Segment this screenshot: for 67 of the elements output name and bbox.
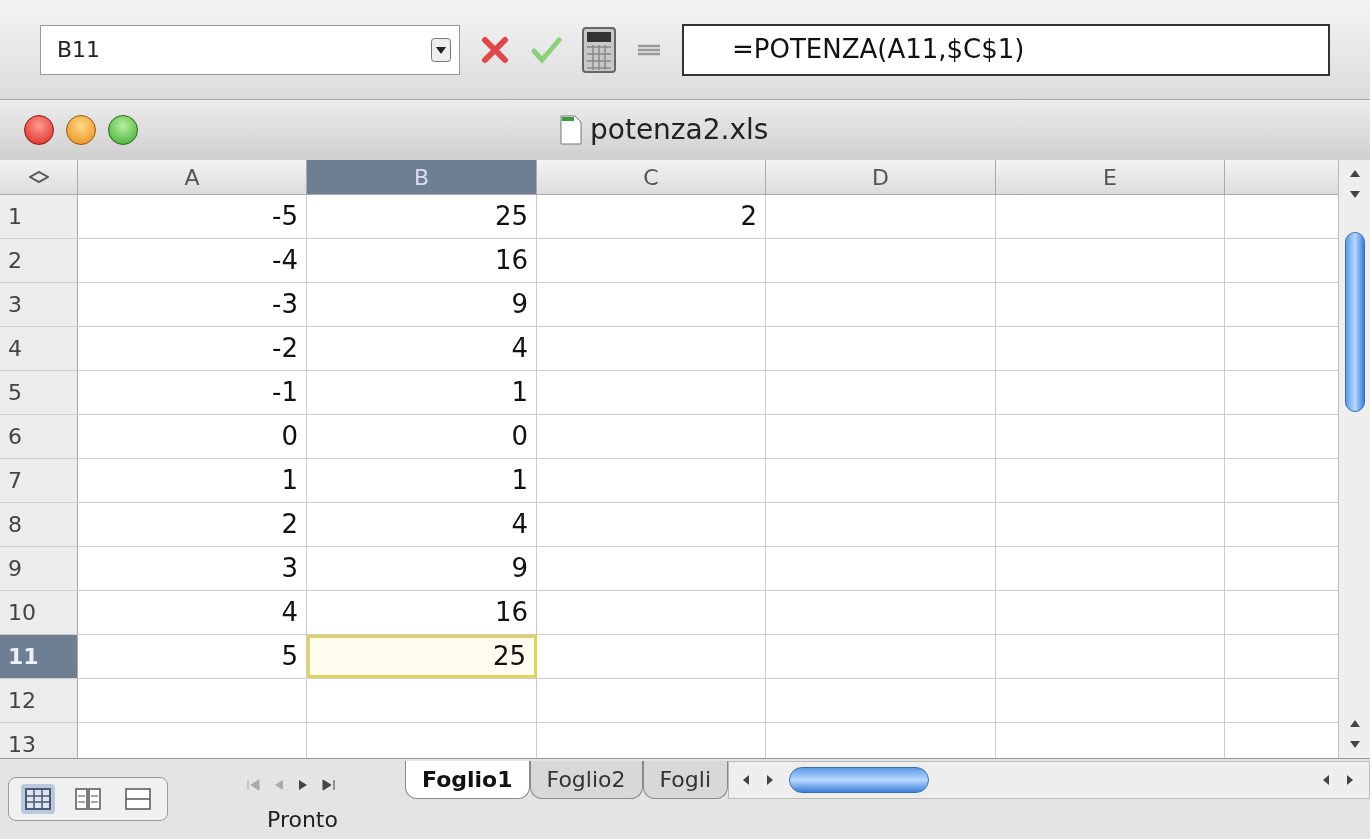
scroll-thumb[interactable] [789, 767, 930, 793]
table-cell[interactable]: 3 [78, 547, 307, 590]
table-cell[interactable]: 2 [78, 503, 307, 546]
table-cell[interactable]: 4 [307, 327, 537, 370]
row-header[interactable]: 4 [0, 327, 78, 370]
table-cell[interactable]: 1 [307, 459, 537, 502]
table-cell[interactable]: 25 [307, 635, 537, 678]
cancel-icon[interactable] [480, 34, 510, 65]
table-cell[interactable]: 0 [78, 415, 307, 458]
row-header[interactable]: 3 [0, 283, 78, 326]
calculator-icon[interactable] [582, 26, 616, 73]
pages-view-icon [75, 788, 101, 810]
grid-view-icon [25, 788, 51, 810]
scroll-up-icon[interactable] [1348, 168, 1361, 180]
sheet-tab[interactable]: Foglio2 [529, 761, 643, 799]
scroll-down-icon[interactable] [1348, 188, 1361, 200]
table-cell[interactable]: 9 [307, 547, 537, 590]
row-header[interactable]: 12 [0, 679, 78, 722]
scroll-down-icon[interactable] [1348, 738, 1361, 750]
vertical-scrollbar[interactable] [1338, 160, 1370, 758]
table-cell[interactable]: 16 [307, 591, 537, 634]
row-header[interactable]: 9 [0, 547, 78, 590]
column-header[interactable]: D [766, 160, 996, 194]
scroll-thumb[interactable] [1344, 232, 1365, 412]
formula-field[interactable]: =POTENZA(A11,$C$1) [682, 23, 1330, 76]
row-header[interactable]: 13 [0, 723, 78, 758]
checkmark-icon[interactable] [530, 34, 562, 65]
table-cell[interactable]: 4 [307, 503, 537, 546]
table-cell[interactable]: 1 [78, 459, 307, 502]
table-cell[interactable]: 2 [537, 195, 766, 238]
next-sheet-icon[interactable] [297, 779, 309, 791]
table-cell[interactable]: -1 [78, 371, 307, 414]
zoom-button[interactable] [108, 115, 138, 145]
last-sheet-icon[interactable] [321, 779, 335, 791]
status-text: Pronto [267, 805, 338, 834]
close-button[interactable] [24, 115, 54, 145]
minimize-button[interactable] [66, 115, 96, 145]
diamond-icon [28, 171, 49, 183]
table-cell[interactable]: 4 [78, 591, 307, 634]
name-box[interactable]: B11 [40, 24, 460, 75]
table-cell[interactable]: -2 [78, 327, 307, 370]
document-icon [560, 115, 582, 145]
table-cell[interactable]: 25 [307, 195, 537, 238]
row-header[interactable]: 10 [0, 591, 78, 634]
table-cell[interactable]: -5 [78, 195, 307, 238]
table-cell[interactable]: 9 [307, 283, 537, 326]
row-header[interactable]: 7 [0, 459, 78, 502]
row-header[interactable]: 8 [0, 503, 78, 546]
table-cell[interactable]: 16 [307, 239, 537, 282]
split-view-icon [125, 788, 151, 810]
horizontal-scrollbar[interactable] [728, 761, 1370, 799]
sheet-tab[interactable]: Fogli [642, 761, 729, 799]
row-header[interactable]: 6 [0, 415, 78, 458]
scroll-up-icon[interactable] [1348, 718, 1361, 730]
column-header[interactable]: C [537, 160, 766, 194]
row-header[interactable]: 1 [0, 195, 78, 238]
row-header[interactable]: 11 [0, 635, 78, 678]
table-cell[interactable]: 1 [307, 371, 537, 414]
table-cell[interactable]: 0 [307, 415, 537, 458]
view-button[interactable] [21, 784, 55, 814]
table-cell[interactable]: -4 [78, 239, 307, 282]
column-header[interactable]: E [996, 160, 1225, 194]
row-header[interactable]: 2 [0, 239, 78, 282]
table-cell[interactable]: -3 [78, 283, 307, 326]
row-header[interactable]: 5 [0, 371, 78, 414]
window-title: potenza2.xls [590, 112, 769, 148]
sheet-tab[interactable]: Foglio1 [405, 761, 530, 799]
